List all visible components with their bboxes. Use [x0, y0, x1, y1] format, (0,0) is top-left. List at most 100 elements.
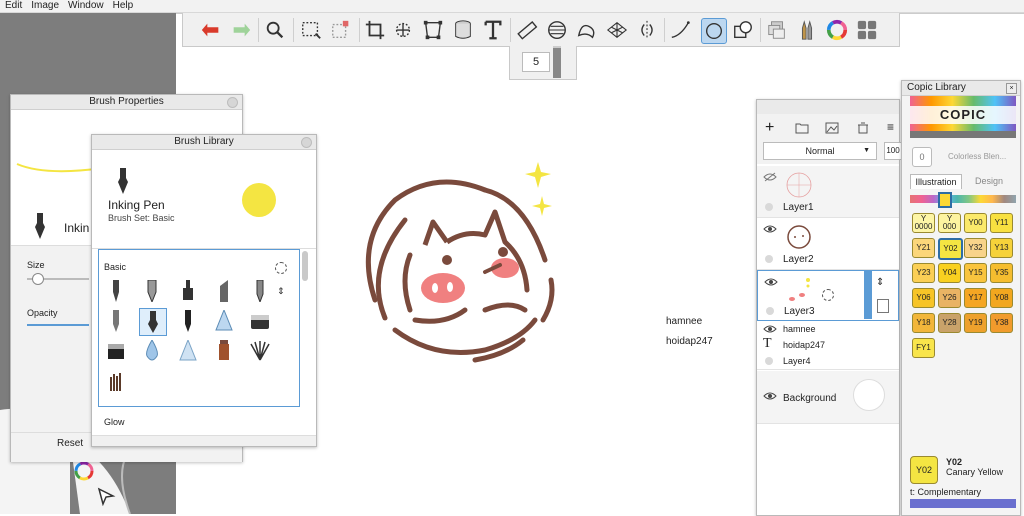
copic-swatch[interactable]: Y08: [990, 288, 1013, 308]
color-family-strip[interactable]: [910, 195, 1016, 203]
layer-row-layer2[interactable]: Layer2: [757, 218, 899, 270]
layer-lock-icon[interactable]: [877, 299, 889, 313]
copic-swatch[interactable]: Y15: [964, 263, 987, 283]
image-layer-icon[interactable]: [825, 122, 839, 137]
undo-icon[interactable]: [199, 18, 223, 42]
fill-bucket-icon[interactable]: [451, 18, 475, 42]
copic-swatch[interactable]: Y17: [964, 288, 987, 308]
blend-mode-select[interactable]: Normal ▼: [763, 142, 877, 160]
copic-swatch[interactable]: Y32: [964, 238, 987, 258]
layer-opacity-field[interactable]: 100: [884, 142, 902, 160]
color-family-selector[interactable]: [938, 192, 952, 208]
layer-row-layer3[interactable]: Layer3 ⇕: [757, 270, 899, 321]
copic-swatch[interactable]: Y11: [990, 213, 1013, 233]
background-color-swatch[interactable]: [853, 379, 885, 411]
lagoon-color-icon[interactable]: [73, 460, 95, 482]
copic-swatch[interactable]: Y38: [990, 313, 1013, 333]
crop-icon[interactable]: [363, 18, 387, 42]
add-layer-icon[interactable]: +: [765, 120, 774, 136]
paint-drop-icon[interactable]: [139, 338, 165, 364]
size-slider-thumb[interactable]: [32, 273, 44, 285]
copic-swatch[interactable]: Y13: [990, 238, 1013, 258]
copic-swatch[interactable]: Y28: [938, 313, 961, 333]
french-curve-icon[interactable]: [575, 18, 599, 42]
brush-size-indicator-icon[interactable]: [275, 262, 287, 274]
zoom-icon[interactable]: [263, 18, 287, 42]
ballpoint-brush-icon[interactable]: [139, 278, 165, 304]
copic-swatch[interactable]: FY1: [912, 338, 935, 358]
stroke-stabilizer-icon[interactable]: [669, 18, 693, 42]
fan-brush-icon[interactable]: [247, 338, 273, 364]
layer-menu-icon[interactable]: ≡: [887, 120, 894, 134]
color-wheel-icon[interactable]: [825, 18, 849, 42]
menu-image[interactable]: Image: [26, 0, 63, 12]
select-add-icon[interactable]: [329, 18, 353, 42]
transform-icon[interactable]: [391, 18, 415, 42]
soft-airbrush-icon[interactable]: [175, 338, 201, 364]
menu-edit[interactable]: Edit: [0, 0, 26, 12]
ellipse-guide-icon[interactable]: [545, 18, 569, 42]
brush-library-toggle-icon[interactable]: [795, 18, 819, 42]
menu-window[interactable]: Window: [63, 0, 108, 12]
block-eraser-icon[interactable]: [103, 338, 129, 364]
tab-illustration[interactable]: Illustration: [910, 174, 962, 189]
pencil-brush-icon[interactable]: [103, 278, 129, 304]
copic-swatch[interactable]: Y23: [912, 263, 935, 283]
eye-icon[interactable]: [763, 324, 777, 334]
close-icon[interactable]: [301, 137, 312, 148]
layer-row-layer1[interactable]: Layer1: [757, 166, 899, 218]
predictive-stroke-icon[interactable]: [701, 18, 727, 44]
text-icon[interactable]: [481, 18, 505, 42]
trash-icon[interactable]: [857, 122, 869, 137]
tab-design[interactable]: Design: [964, 174, 1014, 188]
ruler-icon[interactable]: [515, 18, 539, 42]
eye-hidden-icon[interactable]: [763, 172, 777, 182]
eraser-brush-icon[interactable]: [247, 308, 273, 334]
paintbrush-icon[interactable]: [211, 338, 237, 364]
copic-swatch[interactable]: Y35: [990, 263, 1013, 283]
menu-help[interactable]: Help: [108, 0, 138, 12]
copic-swatch[interactable]: Y00: [964, 213, 987, 233]
copic-swatch[interactable]: Y21: [912, 238, 935, 258]
copic-library-toggle-icon[interactable]: [855, 18, 879, 42]
copic-swatch[interactable]: Y18: [912, 313, 935, 333]
layer-row-hamnee[interactable]: hamnee: [757, 321, 899, 337]
fine-pencil-icon[interactable]: [103, 308, 129, 334]
layer-row-layer4[interactable]: Layer4: [757, 353, 899, 370]
eye-icon[interactable]: [764, 277, 778, 287]
tech-pen-icon[interactable]: [247, 278, 273, 304]
copic-swatch[interactable]: Y04: [938, 263, 961, 283]
layers-toggle-icon[interactable]: [765, 18, 789, 42]
select-rect-icon[interactable]: [299, 18, 323, 42]
reset-button[interactable]: Reset: [57, 438, 83, 449]
redo-icon[interactable]: [229, 18, 253, 42]
marker-brush-icon[interactable]: [175, 278, 201, 304]
layer-row-hoidap247[interactable]: T hoidap247: [757, 337, 899, 353]
felt-pen-icon[interactable]: [175, 308, 201, 334]
close-icon[interactable]: ×: [1006, 83, 1017, 94]
layer3-opacity-bar[interactable]: [864, 271, 872, 319]
symmetry-icon[interactable]: [635, 18, 659, 42]
layer-move-icon[interactable]: ⇕: [876, 277, 884, 288]
colorless-blender-swatch[interactable]: 0: [912, 147, 932, 167]
inking-pen-brush-icon[interactable]: [139, 308, 167, 336]
splatter-brush-icon[interactable]: [103, 368, 129, 394]
reorder-icon[interactable]: ⇕: [277, 286, 285, 297]
eye-icon[interactable]: [763, 391, 777, 401]
copic-swatch[interactable]: Y 000: [938, 213, 961, 233]
distort-icon[interactable]: [421, 18, 445, 42]
copic-swatch[interactable]: Y06: [912, 288, 935, 308]
brush-size-value[interactable]: 5: [522, 52, 550, 72]
brush-size-slider[interactable]: [553, 46, 561, 78]
close-icon[interactable]: [227, 97, 238, 108]
shape-icon[interactable]: [731, 18, 755, 42]
airbrush-icon[interactable]: [211, 308, 237, 334]
copic-swatch[interactable]: Y19: [964, 313, 987, 333]
opacity-slider[interactable]: [27, 324, 89, 326]
folder-icon[interactable]: [795, 122, 809, 137]
layer-row-background[interactable]: Background: [757, 371, 899, 424]
chisel-marker-icon[interactable]: [211, 278, 237, 304]
copic-swatch[interactable]: Y26: [938, 288, 961, 308]
complementary-color-bar[interactable]: [910, 499, 1016, 508]
lagoon-select-icon[interactable]: [96, 486, 116, 507]
